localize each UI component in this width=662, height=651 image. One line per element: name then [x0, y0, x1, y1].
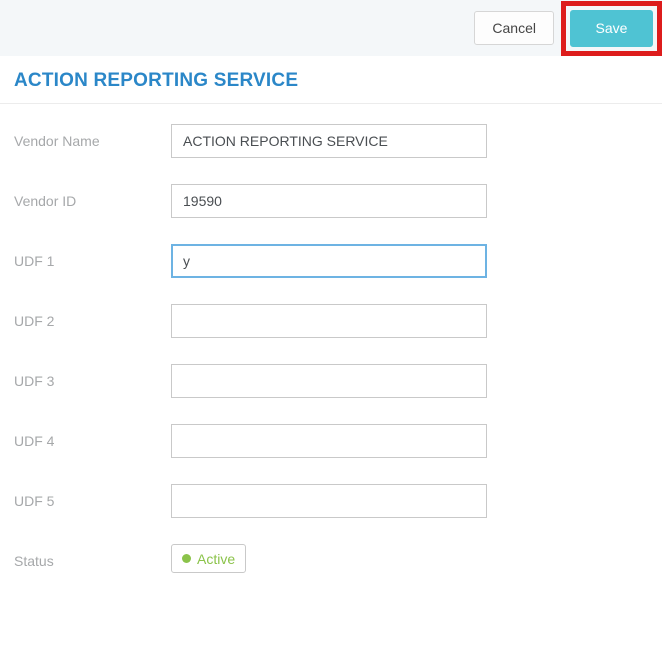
form-row-udf3: UDF 3: [14, 364, 662, 398]
vendor-id-input[interactable]: [171, 184, 487, 218]
form-row-udf4: UDF 4: [14, 424, 662, 458]
udf4-label: UDF 4: [14, 433, 55, 449]
status-badge[interactable]: Active: [171, 544, 247, 573]
save-button[interactable]: Save: [570, 9, 653, 47]
form-row-udf5: UDF 5: [14, 484, 662, 518]
vendor-id-label: Vendor ID: [14, 193, 77, 209]
cancel-button[interactable]: Cancel: [474, 11, 554, 45]
udf3-input[interactable]: [171, 364, 487, 398]
udf5-label: UDF 5: [14, 493, 55, 509]
title-block: ACTION REPORTING SERVICE: [0, 56, 662, 104]
form-row-vendor-name: Vendor Name: [14, 124, 662, 158]
form-row-status: Status Active: [14, 544, 662, 578]
status-label: Status: [14, 553, 54, 569]
udf1-label: UDF 1: [14, 253, 55, 269]
top-toolbar: Cancel Save: [0, 0, 662, 56]
form-row-udf2: UDF 2: [14, 304, 662, 338]
status-value: Active: [197, 550, 236, 567]
udf2-input[interactable]: [171, 304, 487, 338]
form-row-vendor-id: Vendor ID: [14, 184, 662, 218]
page-title: ACTION REPORTING SERVICE: [14, 70, 299, 91]
udf4-input[interactable]: [171, 424, 487, 458]
vendor-name-input[interactable]: [171, 124, 487, 158]
save-highlight-annotation: Save: [561, 0, 662, 56]
vendor-name-label: Vendor Name: [14, 133, 100, 149]
form-row-udf1: UDF 1: [14, 244, 662, 278]
vendor-form: Vendor Name Vendor ID UDF 1 UDF 2 UDF 3 …: [0, 104, 662, 578]
udf2-label: UDF 2: [14, 313, 55, 329]
udf3-label: UDF 3: [14, 373, 55, 389]
status-dot-icon: [182, 554, 191, 563]
udf5-input[interactable]: [171, 484, 487, 518]
udf1-input[interactable]: [171, 244, 487, 278]
